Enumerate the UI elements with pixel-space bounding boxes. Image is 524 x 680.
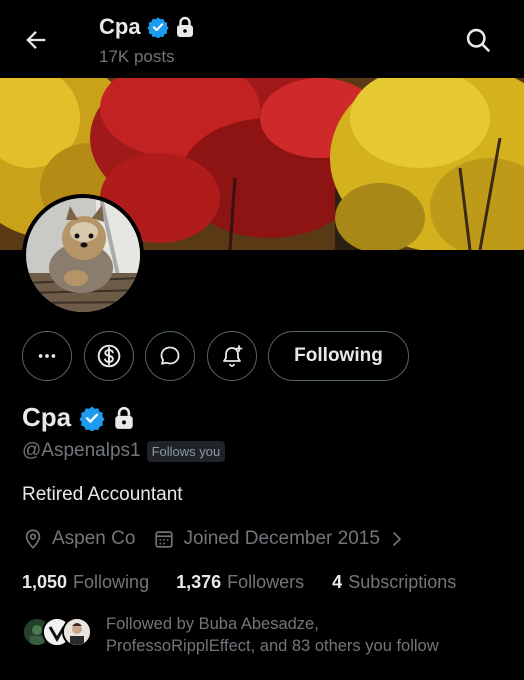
message-button[interactable] (145, 331, 195, 381)
subscriptions-label: Subscriptions (348, 572, 457, 592)
profile-name: Cpa (22, 402, 72, 432)
followers-count: 1,376 (176, 572, 222, 592)
header-title-row: Cpa (99, 14, 195, 40)
tip-button[interactable] (84, 331, 134, 381)
followed-by-text: Followed by Buba Abesadze, ProfessoRippl… (106, 613, 486, 657)
followed-by-avatars (22, 617, 94, 651)
follows-you-badge: Follows you (146, 440, 226, 462)
dollar-icon (97, 344, 121, 368)
following-label: Following (73, 572, 150, 592)
location-text: Aspen Co (52, 528, 136, 549)
subscriptions-count: 4 (332, 572, 343, 592)
location-icon (25, 529, 41, 549)
header-name: Cpa (99, 14, 141, 39)
following-count: 1,050 (22, 572, 68, 592)
message-icon (160, 346, 180, 365)
profile-handle: @Aspenalps1 (22, 440, 141, 461)
followers-stat[interactable]: 1,376 Followers (176, 572, 304, 593)
followed-by-line1: Followed by Buba Abesadze, (106, 615, 319, 633)
header-posts-count: 17K posts (99, 47, 175, 66)
mini-avatar (62, 617, 92, 647)
profile-name-row: Cpa (22, 402, 135, 433)
lock-icon (115, 406, 133, 429)
location-item: Aspen Co (22, 528, 135, 550)
profile-bio: Retired Accountant (22, 484, 183, 505)
handle-row: @Aspenalps1 Follows you (22, 440, 226, 462)
chevron-right-icon (393, 532, 401, 546)
joined-item[interactable]: Joined December 2015 (153, 528, 405, 550)
notification-bell-icon (223, 345, 243, 367)
search-icon[interactable] (464, 26, 492, 54)
following-button[interactable]: Following (268, 331, 409, 381)
more-button[interactable] (22, 331, 72, 381)
followers-label: Followers (227, 572, 305, 592)
followed-by-row[interactable]: Followed by Buba Abesadze, ProfessoRippl… (22, 613, 486, 657)
more-icon (38, 354, 56, 358)
verified-badge-icon[interactable] (79, 405, 105, 431)
avatar-image (26, 198, 140, 312)
profile-stats: 1,050 Following 1,376 Followers 4 Subscr… (22, 572, 456, 593)
profile-meta: Aspen Co Joined December 2015 (22, 528, 406, 550)
lock-icon (176, 16, 193, 37)
avatar[interactable] (22, 194, 144, 316)
top-bar: Cpa 17K posts (0, 0, 524, 78)
subscriptions-stat[interactable]: 4 Subscriptions (332, 572, 456, 593)
notifications-button[interactable] (207, 331, 257, 381)
verified-badge-icon (146, 17, 169, 38)
back-arrow-icon[interactable] (22, 26, 50, 54)
joined-text: Joined December 2015 (183, 528, 380, 549)
following-stat[interactable]: 1,050 Following (22, 572, 149, 593)
followed-by-line2: ProfessoRipplEffect, and 83 others you f… (106, 637, 439, 655)
calendar-icon (155, 531, 174, 548)
